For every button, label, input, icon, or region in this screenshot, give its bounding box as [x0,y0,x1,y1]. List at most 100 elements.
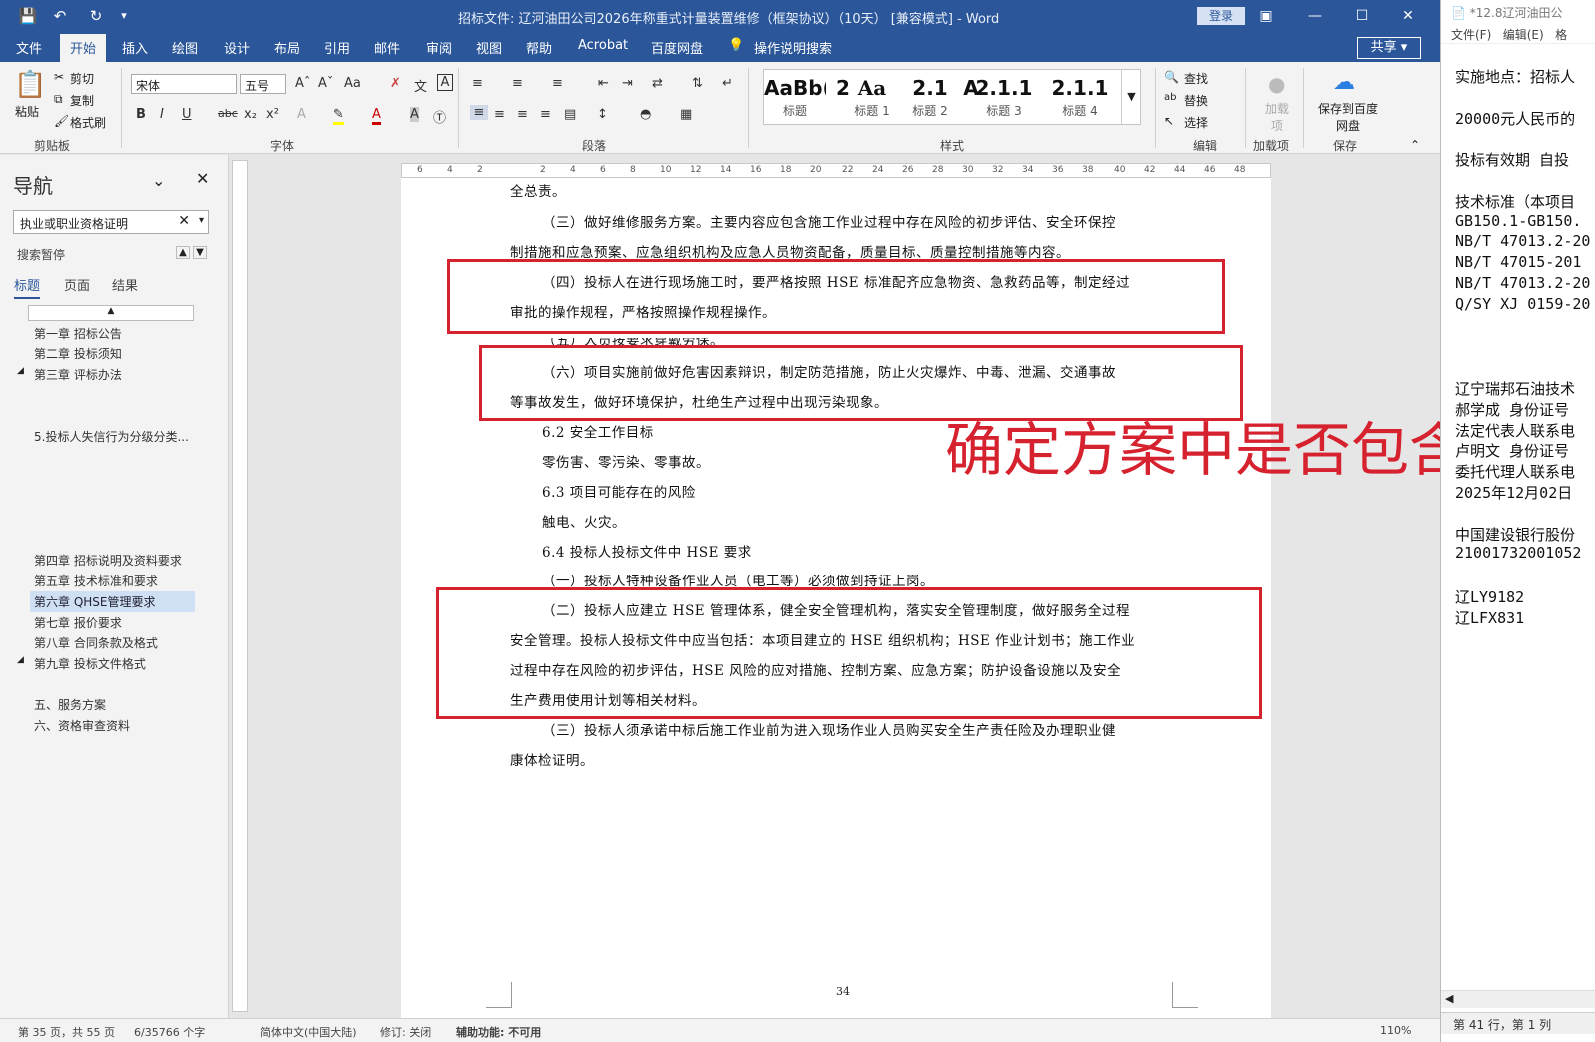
collapse-all-icon[interactable]: ▲ [28,305,194,321]
tab-acrobat[interactable]: Acrobat [578,38,628,53]
shading-icon[interactable]: ◓ [640,107,651,122]
tell-me-search[interactable]: 操作说明搜索 [754,38,832,57]
increase-indent-icon[interactable]: ⇥ [622,76,633,91]
clear-format-icon[interactable]: ✗ [390,76,401,91]
grow-font-icon[interactable]: Aˆ [295,76,310,91]
char-shading-icon[interactable]: A [410,107,419,122]
nav-heading-selected[interactable]: 第六章 QHSE管理要求 [30,591,195,612]
chinese-layout-icon[interactable]: ⇄ [652,76,663,91]
nav-heading[interactable]: 第七章 报价要求 [34,614,122,631]
tab-references[interactable]: 引用 [324,38,350,57]
close-icon[interactable]: ✕ [196,169,209,188]
distributed-icon[interactable]: ▤ [564,107,576,122]
menu-format[interactable]: 格 [1555,28,1567,42]
scroll-left-icon[interactable]: ◀ [1445,992,1453,1005]
chevron-down-icon[interactable]: ⌄ [152,171,165,190]
nav-heading[interactable]: 第四章 招标说明及资料要求 [34,552,182,569]
login-button[interactable]: 登录 [1197,7,1245,25]
align-left-icon[interactable]: ≡ [470,105,488,120]
status-language[interactable]: 简体中文(中国大陆) [260,1024,357,1040]
tab-insert[interactable]: 插入 [122,38,148,57]
text-effects-icon[interactable]: A [297,107,306,122]
maximize-icon[interactable]: ☐ [1350,5,1374,27]
numbering-icon[interactable]: ≡ [512,76,523,91]
replace-button[interactable]: 替换 [1184,92,1208,109]
lightbulb-icon[interactable]: 💡 [728,38,744,53]
nav-heading[interactable]: 第三章 评标办法 [34,366,122,383]
cut-button[interactable]: 剪切 [70,70,94,87]
paste-button[interactable]: 粘贴 [15,103,39,120]
align-right-icon[interactable]: ≡ [517,107,528,122]
bold-icon[interactable]: B [136,107,146,122]
tab-review[interactable]: 审阅 [426,38,452,57]
close-icon[interactable]: ✕ [1396,5,1420,27]
char-border-icon[interactable]: A [437,74,453,91]
sort-icon[interactable]: ⇅ [692,76,703,91]
nav-heading[interactable]: 五、服务方案 [34,696,106,713]
search-dropdown-icon[interactable]: ▾ [199,215,204,226]
style-heading2[interactable]: 2.1 标题 2 [900,70,960,124]
style-heading1[interactable]: Aa 标题 1 [844,70,900,124]
tab-draw[interactable]: 绘图 [172,38,198,57]
phonetic-icon[interactable]: 文 [414,76,427,95]
nav-heading[interactable]: 第九章 投标文件格式 [34,655,146,672]
bullets-icon[interactable]: ≡ [472,76,483,91]
find-button[interactable]: 查找 [1184,70,1208,87]
change-case-icon[interactable]: Aa [344,76,361,91]
tab-design[interactable]: 设计 [224,38,250,57]
tab-mailings[interactable]: 邮件 [374,38,400,57]
nav-tab-results[interactable]: 结果 [112,275,138,294]
ribbon-display-icon[interactable]: ▣ [1254,5,1278,27]
collapse-ribbon-icon[interactable]: ⌃ [1410,138,1420,152]
expand-triangle-icon[interactable]: ◢ [17,366,24,376]
customize-qat-icon[interactable]: ▾ [114,6,134,26]
style-title[interactable]: AaBb(标题 [764,70,826,124]
highlight-icon[interactable]: ✎ [333,107,344,125]
nav-heading[interactable]: 第二章 投标须知 [34,345,122,362]
strikethrough-icon[interactable]: abc [218,107,238,120]
decrease-indent-icon[interactable]: ⇤ [598,76,609,91]
copy-button[interactable]: 复制 [70,92,94,109]
horizontal-scrollbar[interactable]: ◀ [1441,990,1595,1008]
prev-result-icon[interactable]: ▲ [176,246,190,259]
paste-icon[interactable]: 📋 [14,70,46,100]
underline-icon[interactable]: U [182,107,192,122]
font-size-select[interactable]: 五号 [240,74,286,94]
align-center-icon[interactable]: ≡ [494,107,505,122]
borders-icon[interactable]: ▦ [680,107,692,122]
font-color-icon[interactable]: A [372,107,381,125]
save-icon[interactable]: 💾 [18,6,38,26]
nav-tab-headings[interactable]: 标题 [14,275,41,299]
multilevel-list-icon[interactable]: ≡ [552,76,563,91]
tab-file[interactable]: 文件 [16,38,42,57]
undo-icon[interactable]: ↶ [50,6,70,26]
tab-help[interactable]: 帮助 [526,38,552,57]
nav-search-input[interactable]: 执业或职业资格证明 ✕ ▾ [13,210,209,234]
next-result-icon[interactable]: ▼ [193,246,207,259]
baidu-cloud-icon[interactable]: ☁ [1333,70,1355,95]
status-track-changes[interactable]: 修订: 关闭 [380,1024,431,1040]
save-to-baidu-button[interactable]: 保存到百度网盘 [1313,100,1383,134]
tab-baidu[interactable]: 百度网盘 [651,38,703,57]
share-button[interactable]: 共享 ▾ [1357,37,1421,59]
nav-heading[interactable]: 第一章 招标公告 [34,325,122,342]
show-marks-icon[interactable]: ↵ [722,76,733,91]
menu-file[interactable]: 文件(F) [1451,28,1491,42]
status-accessibility[interactable]: 辅助功能: 不可用 [456,1024,541,1040]
font-name-select[interactable]: 宋体 [131,74,237,94]
nav-tab-pages[interactable]: 页面 [64,275,90,294]
styles-more-icon[interactable]: ▼ [1121,70,1141,124]
subscript-icon[interactable]: x₂ [244,107,257,122]
style-heading3[interactable]: 2.1.1 标题 3 [974,70,1034,124]
superscript-icon[interactable]: x² [266,107,279,122]
italic-icon[interactable]: I [160,107,164,122]
addin-button[interactable]: 加载项 [1263,100,1291,134]
nav-heading[interactable]: 六、资格审查资料 [34,717,130,734]
addin-icon[interactable]: ● [1268,72,1285,96]
tab-home[interactable]: 开始 [60,34,107,62]
expand-triangle-icon[interactable]: ◢ [17,655,24,665]
status-words[interactable]: 6/35766 个字 [134,1024,205,1040]
nav-heading[interactable]: 第八章 合同条款及格式 [34,634,158,651]
line-spacing-icon[interactable]: ↕ [597,107,608,122]
menu-edit[interactable]: 编辑(E) [1503,28,1544,42]
